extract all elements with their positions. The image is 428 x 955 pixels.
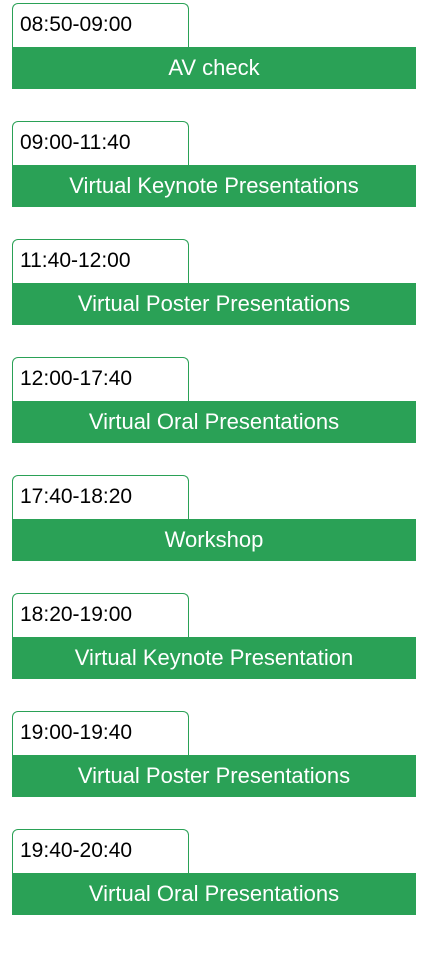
schedule-slot: 12:00-17:40 Virtual Oral Presentations [12, 357, 416, 475]
schedule-slot: 17:40-18:20 Workshop [12, 475, 416, 593]
time-slot-label: 12:00-17:40 [12, 357, 189, 401]
schedule-slot: 18:20-19:00 Virtual Keynote Presentation [12, 593, 416, 711]
schedule-slot: 19:40-20:40 Virtual Oral Presentations [12, 829, 416, 947]
session-title-bar: Virtual Keynote Presentation [12, 637, 416, 679]
session-title-bar: Virtual Poster Presentations [12, 755, 416, 797]
time-slot-label: 11:40-12:00 [12, 239, 189, 283]
time-slot-label: 09:00-11:40 [12, 121, 189, 165]
schedule-slot: 08:50-09:00 AV check [12, 3, 416, 121]
session-title-bar: Virtual Keynote Presentations [12, 165, 416, 207]
schedule-slot: 19:00-19:40 Virtual Poster Presentations [12, 711, 416, 829]
session-title-bar: Workshop [12, 519, 416, 561]
session-title-bar: Virtual Oral Presentations [12, 873, 416, 915]
time-slot-label: 19:40-20:40 [12, 829, 189, 873]
time-slot-label: 17:40-18:20 [12, 475, 189, 519]
schedule-slot: 11:40-12:00 Virtual Poster Presentations [12, 239, 416, 357]
time-slot-label: 18:20-19:00 [12, 593, 189, 637]
time-slot-label: 08:50-09:00 [12, 3, 189, 47]
time-slot-label: 19:00-19:40 [12, 711, 189, 755]
schedule-slot: 09:00-11:40 Virtual Keynote Presentation… [12, 121, 416, 239]
session-title-bar: Virtual Oral Presentations [12, 401, 416, 443]
schedule-list: 08:50-09:00 AV check 09:00-11:40 Virtual… [12, 3, 416, 947]
session-title-bar: AV check [12, 47, 416, 89]
session-title-bar: Virtual Poster Presentations [12, 283, 416, 325]
